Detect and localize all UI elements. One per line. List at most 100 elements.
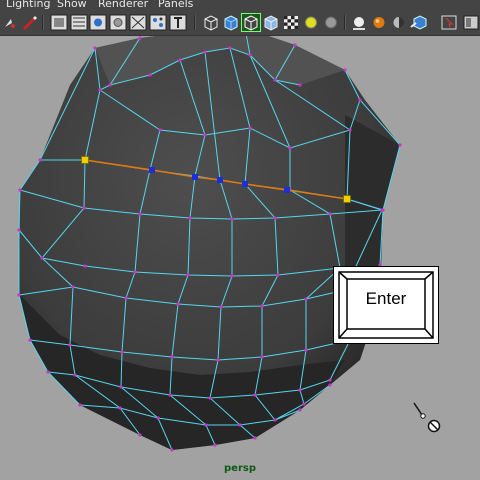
mesh-vertex <box>288 146 292 150</box>
mesh-vertex <box>38 158 42 162</box>
x-ray-icon[interactable] <box>262 14 280 31</box>
menu-panels[interactable]: Panels <box>158 0 193 10</box>
mesh-vertex <box>273 418 277 422</box>
mesh-vertex <box>304 348 308 352</box>
mesh-vertex <box>253 393 257 397</box>
mesh-vertex <box>302 402 306 406</box>
mesh-vertex <box>138 36 142 40</box>
mesh-vertex <box>73 373 77 377</box>
selected-vertex-blue <box>192 174 198 180</box>
default-material-icon[interactable] <box>350 14 368 31</box>
mesh-vertex <box>343 68 347 72</box>
perspective-viewport[interactable]: Enter <box>0 36 480 480</box>
mesh-vertex <box>93 46 97 50</box>
mesh-vertex <box>188 216 192 220</box>
mesh-vertex <box>156 416 160 420</box>
select-camera-icon[interactable] <box>2 14 20 31</box>
mesh-vertex <box>228 46 232 50</box>
mesh-vertex <box>17 293 21 297</box>
mesh-vertex <box>216 358 220 362</box>
mesh-vertex <box>260 304 264 308</box>
mesh-vertex <box>71 285 75 289</box>
mesh-vertex <box>328 383 332 387</box>
panel-options-icon[interactable] <box>462 14 480 31</box>
enter-key-overlay: Enter <box>333 266 439 344</box>
mesh-vertex <box>78 403 82 407</box>
wireframe-on-shaded-icon[interactable] <box>241 13 261 32</box>
mesh-vertex <box>124 296 128 300</box>
mesh-vertex <box>168 393 172 397</box>
mesh-vertex <box>133 270 137 274</box>
mesh-vertex <box>46 370 50 374</box>
menu-bar: Lighting Show Renderer Panels <box>0 0 480 11</box>
resolution-gate-icon[interactable] <box>89 14 107 31</box>
mesh-vertex <box>118 406 122 410</box>
enter-key-label: Enter <box>365 289 407 308</box>
mesh-vertex <box>230 274 234 278</box>
toggle-panel-icon[interactable] <box>440 14 458 31</box>
mesh-vertex <box>304 297 308 301</box>
mesh-vertex <box>348 128 352 132</box>
menu-lighting[interactable]: Lighting <box>6 0 50 10</box>
mesh-vertex <box>253 436 257 440</box>
menu-renderer[interactable]: Renderer <box>98 0 148 10</box>
mesh-vertex <box>208 396 212 400</box>
mesh-vertex <box>186 273 190 277</box>
grid-icon[interactable] <box>149 14 167 31</box>
mesh-vertex <box>82 206 86 210</box>
selected-vertex-blue <box>149 167 155 173</box>
smooth-shade-all-icon[interactable] <box>222 14 240 31</box>
paint-brush-cursor-icon <box>410 401 444 439</box>
selected-vertex-yellow <box>81 156 89 164</box>
mesh-vertex <box>204 423 208 427</box>
mesh-vertex <box>248 53 252 57</box>
mesh-vertex <box>238 423 242 427</box>
image-plane-icon[interactable] <box>169 14 187 31</box>
field-chart-icon[interactable] <box>129 14 147 31</box>
safe-action-icon[interactable] <box>109 14 127 31</box>
mesh-vertex <box>248 126 252 130</box>
shadows-icon[interactable] <box>322 14 340 31</box>
mesh-vertex <box>138 212 142 216</box>
mesh-vertex <box>213 443 217 447</box>
use-all-lights-icon[interactable] <box>302 14 320 31</box>
selected-vertex-blue <box>284 187 290 193</box>
mesh-vertex <box>178 58 182 62</box>
mesh-vertex <box>260 355 264 359</box>
mesh-vertex <box>83 264 87 268</box>
isolate-select-icon[interactable] <box>370 14 388 31</box>
mesh-vertex <box>148 73 152 77</box>
camera-attributes-icon[interactable] <box>390 14 408 31</box>
select-tool-icon[interactable] <box>410 14 428 31</box>
panel-toolbar <box>0 11 480 36</box>
mesh-vertex <box>276 273 280 277</box>
mesh-vertex <box>398 143 402 147</box>
mesh-vertex <box>119 385 123 389</box>
mesh-vertex <box>203 50 207 54</box>
mesh-vertex <box>17 228 21 232</box>
textured-icon[interactable] <box>282 14 300 31</box>
mesh-vertex <box>273 78 277 82</box>
selected-vertex-blue <box>242 181 248 187</box>
mesh-vertex <box>230 217 234 221</box>
bookmark-pen-icon[interactable] <box>20 14 38 31</box>
mesh-vertex <box>170 448 174 452</box>
menu-show[interactable]: Show <box>57 0 87 10</box>
camera-name-label: persp <box>224 463 256 474</box>
wireframe-icon[interactable] <box>50 14 68 31</box>
mesh-vertex <box>219 305 223 309</box>
smooth-shade-wireframe-icon[interactable] <box>202 14 220 31</box>
mesh-vertex <box>40 256 44 260</box>
mesh-vertex <box>28 338 32 342</box>
mesh-vertex <box>120 350 124 354</box>
mesh-vertex <box>68 343 72 347</box>
mesh-vertex <box>298 83 302 87</box>
selected-vertex-yellow <box>343 195 351 203</box>
mesh-vertex <box>18 188 22 192</box>
mesh-vertex <box>298 408 302 412</box>
mesh-vertex <box>358 98 362 102</box>
film-gate-icon[interactable] <box>70 14 88 31</box>
mesh-vertex <box>158 128 162 132</box>
mesh-vertex <box>170 355 174 359</box>
mesh-vertex <box>298 388 302 392</box>
